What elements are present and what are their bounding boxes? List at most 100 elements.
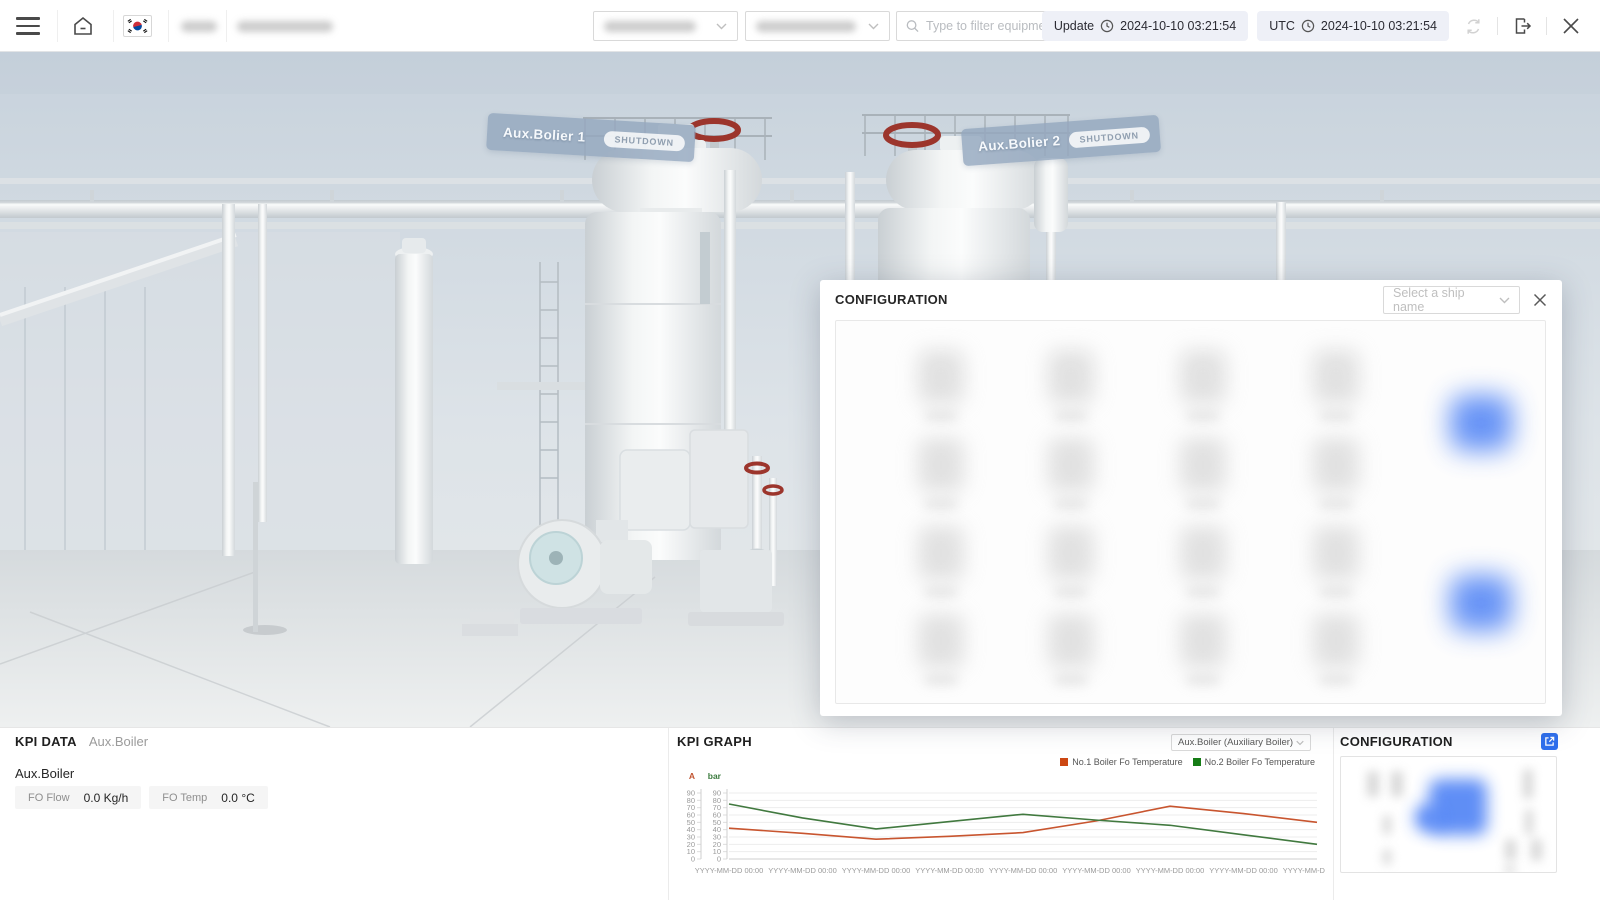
search-icon: [906, 20, 919, 33]
kpi-data-subtitle: Aux.Boiler: [88, 734, 149, 749]
ship-select[interactable]: [745, 11, 890, 41]
toolbar-right-cluster: Update 2024-10-10 03:21:54 UTC 2024-10-1…: [1041, 11, 1586, 41]
blurred-config-item-label: [1319, 676, 1353, 684]
blurred-primary-button[interactable]: [1450, 395, 1512, 451]
blurred-client-name: [181, 21, 217, 32]
utc-time: 2024-10-10 03:21:54: [1320, 19, 1437, 33]
equipment-search: [896, 11, 1064, 41]
svg-text:90: 90: [687, 789, 695, 798]
blurred-config-item: [1048, 438, 1094, 492]
clock-icon: [1100, 19, 1114, 33]
ship-name-select[interactable]: Select a ship name: [1383, 286, 1520, 314]
toolbar-divider: [1497, 17, 1498, 35]
search-input[interactable]: [926, 19, 1054, 33]
x-axis-tick-label: YYYY-MM-DD 00:00: [695, 866, 764, 875]
blurred-config-item-label: [1054, 412, 1088, 420]
blurred-config-item: [1180, 526, 1226, 580]
kpi-group-label: Aux.Boiler: [15, 766, 75, 781]
status-badge: SHUTDOWN: [603, 130, 686, 152]
blurred-config-item-label: [1186, 676, 1220, 684]
configuration-panel-body: [835, 320, 1546, 704]
menu-icon[interactable]: [14, 14, 42, 38]
blurred-config-item: [1313, 438, 1359, 492]
blurred-config-item-label: [1054, 500, 1088, 508]
kpi-chip-value: 0.0 Kg/h: [83, 790, 129, 805]
utc-time-badge: UTC 2024-10-10 03:21:54: [1257, 11, 1449, 41]
configuration-mini-title: CONFIGURATION: [1340, 734, 1453, 749]
toolbar-divider: [1546, 17, 1547, 35]
blurred-config-item-label: [924, 500, 958, 508]
blurred-config-item: [918, 526, 964, 580]
toolbar-divider: [57, 10, 58, 42]
blurred-config-item: [1180, 438, 1226, 492]
blurred-ship-info: [237, 21, 333, 32]
top-toolbar: Update 2024-10-10 03:21:54 UTC 2024-10-1…: [0, 0, 1600, 52]
graph-equipment-select[interactable]: Aux.Boiler (Auxiliary Boiler): [1171, 734, 1311, 751]
blurred-config-item: [1313, 614, 1359, 668]
chevron-down-icon: [716, 23, 727, 29]
home-icon[interactable]: [69, 12, 97, 40]
logout-icon[interactable]: [1507, 11, 1537, 41]
kpi-metric-chips: FO Flow 0.0 Kg/h FO Temp 0.0 °C: [15, 786, 268, 809]
blurred-config-item: [1313, 350, 1359, 404]
x-axis-tick-label: YYYY-MM-DD 00:00: [989, 866, 1058, 875]
axis-title: A: [689, 771, 695, 781]
blurred-config-item-label: [924, 588, 958, 596]
chevron-down-icon: [1499, 297, 1510, 303]
chevron-down-icon: [1296, 740, 1304, 745]
period-select[interactable]: [593, 11, 738, 41]
kpi-chip-value: 0.0 °C: [221, 790, 255, 805]
external-link-icon[interactable]: [1541, 733, 1558, 750]
blurred-config-item-label: [1319, 588, 1353, 596]
configuration-panel-title: CONFIGURATION: [835, 292, 948, 307]
toolbar-divider: [113, 10, 114, 42]
x-axis-tick-label: YYYY-MM-DD 00:00: [1209, 866, 1278, 875]
blurred-config-item: [1048, 614, 1094, 668]
x-axis-tick-label: YYYY-MM-DD 00:00: [842, 866, 911, 875]
ship-name-select-placeholder: Select a ship name: [1393, 286, 1465, 314]
kpi-graph-section: KPI GRAPH Aux.Boiler (Auxiliary Boiler) …: [669, 728, 1352, 900]
boiler-label: Aux.Bolier 1: [502, 124, 586, 145]
chart-series-line: [728, 803, 1318, 846]
kpi-chip-label: FO Temp: [162, 791, 208, 804]
graph-equipment-select-value: Aux.Boiler (Auxiliary Boiler): [1178, 737, 1294, 748]
blurred-config-item-label: [924, 412, 958, 420]
chevron-down-icon: [868, 23, 879, 29]
axis-title: bar: [708, 771, 722, 781]
blurred-config-item-label: [1186, 500, 1220, 508]
blurred-config-item-label: [924, 676, 958, 684]
blurred-config-item: [918, 350, 964, 404]
blurred-config-item-label: [1054, 676, 1088, 684]
update-time: 2024-10-10 03:21:54: [1120, 19, 1237, 33]
korea-flag-icon[interactable]: [123, 15, 152, 37]
bottom-bar: KPI DATA Aux.Boiler Aux.Boiler FO Flow 0…: [0, 727, 1600, 900]
blurred-select-value: [604, 20, 696, 32]
kpi-chip-fo-flow: FO Flow 0.0 Kg/h: [15, 786, 142, 809]
configuration-mini-preview[interactable]: [1340, 756, 1557, 873]
blurred-primary-button[interactable]: [1450, 575, 1512, 631]
refresh-icon[interactable]: [1458, 11, 1488, 41]
blurred-config-item: [1048, 526, 1094, 580]
configuration-mini-section: CONFIGURATION: [1334, 728, 1600, 900]
x-axis-tick-label: YYYY-MM-DD 00:00: [1136, 866, 1205, 875]
blurred-config-item: [918, 614, 964, 668]
blurred-config-item: [918, 438, 964, 492]
app: Update 2024-10-10 03:21:54 UTC 2024-10-1…: [0, 0, 1600, 900]
blurred-select-value: [756, 20, 856, 32]
x-axis-tick-label: YYYY-MM-DD 00:00: [768, 866, 837, 875]
blurred-config-item-label: [1054, 588, 1088, 596]
panel-close-icon[interactable]: [1531, 291, 1549, 309]
blurred-config-item: [1313, 526, 1359, 580]
x-axis-tick-label: YYYY-MM-DD 00:00: [1283, 866, 1325, 875]
close-icon[interactable]: [1556, 11, 1586, 41]
blurred-config-item-label: [1319, 412, 1353, 420]
update-label: Update: [1053, 19, 1095, 33]
blurred-mini-highlight: [1415, 805, 1441, 831]
kpi-line-chart: 0 0 10 10 20 20 30 30 40 40 50 50 60 60 70 70 80 80 90 90 Ab…: [675, 755, 1352, 895]
update-time-badge: Update 2024-10-10 03:21:54: [1041, 11, 1249, 41]
blurred-config-item: [1180, 614, 1226, 668]
status-badge: SHUTDOWN: [1067, 126, 1151, 148]
blurred-config-item: [1048, 350, 1094, 404]
kpi-chip-label: FO Flow: [28, 791, 70, 804]
kpi-data-title: KPI DATA: [15, 734, 77, 749]
